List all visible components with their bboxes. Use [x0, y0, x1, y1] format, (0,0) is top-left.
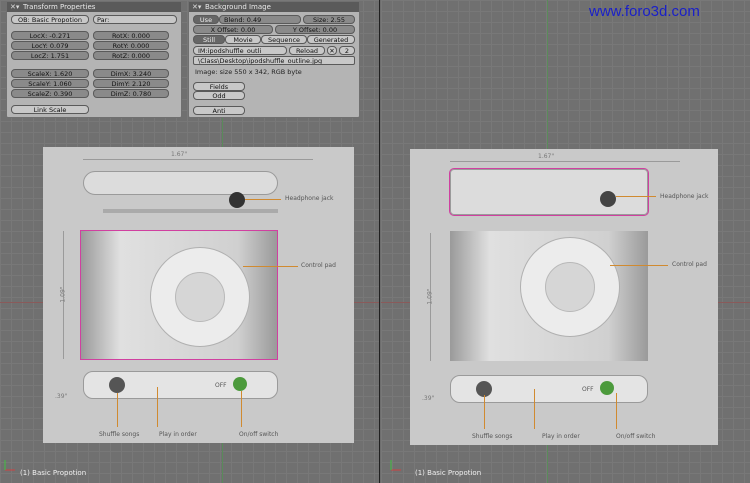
- transform-panel-title: Transform Properties: [23, 3, 96, 11]
- viewport-left-footer: (1) Basic Propotion: [20, 469, 87, 477]
- dimension-top-label: 1.67": [171, 151, 188, 158]
- leader-line-shuffle: [484, 395, 485, 429]
- dim-x-field[interactable]: DimX: 3.240: [93, 69, 169, 78]
- tab-sequence[interactable]: Sequence: [261, 35, 307, 44]
- leader-line-shuffle: [117, 393, 118, 427]
- leader-line-play: [157, 387, 158, 427]
- scale-x-field[interactable]: ScaleX: 1.620: [11, 69, 89, 78]
- label-headphone-jack: Headphone jack: [660, 193, 709, 200]
- dim-y-field[interactable]: DimY: 2.120: [93, 79, 169, 88]
- image-name-field[interactable]: IM:ipodshuffle_outli: [193, 46, 287, 55]
- label-shuffle-songs: Shuffle songs: [99, 431, 140, 438]
- use-toggle[interactable]: Use: [193, 15, 219, 24]
- label-onoff-switch: On/off switch: [239, 431, 279, 438]
- leader-line-jack: [245, 199, 281, 200]
- control-wheel-center: [175, 272, 225, 322]
- anti-toggle[interactable]: Anti: [193, 106, 245, 115]
- blender-window: 1.67" Headphone jack 1.09" Control pad .…: [0, 0, 750, 483]
- loc-y-field[interactable]: LocY: 0.079: [11, 41, 89, 50]
- dimension-side-label: 1.09": [426, 288, 434, 305]
- leader-line-play: [534, 389, 535, 429]
- dimension-line-top: [83, 159, 313, 160]
- axis-gizmo-icon: [390, 460, 401, 471]
- parent-field[interactable]: Par:: [93, 15, 177, 24]
- label-play-in-order: Play in order: [542, 433, 580, 440]
- link-scale-button[interactable]: Link Scale: [11, 105, 89, 114]
- clip-top-view-selected: [449, 168, 649, 216]
- viewport-right-footer: (1) Basic Propotion: [415, 469, 482, 477]
- rot-z-field[interactable]: RotZ: 0.000: [93, 51, 169, 60]
- reload-button[interactable]: Reload: [289, 46, 325, 55]
- leader-line-pad: [243, 266, 298, 267]
- unlink-icon[interactable]: ✕: [327, 46, 337, 55]
- shuffle-button-shape: [109, 377, 125, 393]
- leader-line-onoff: [616, 393, 617, 429]
- onoff-switch-shape: [600, 381, 614, 395]
- watermark-text: www.foro3d.com: [589, 3, 700, 20]
- background-panel-header[interactable]: ✕▾ Background Image: [189, 2, 359, 12]
- clip-top-view: [83, 171, 278, 195]
- tab-still[interactable]: Still: [193, 35, 225, 44]
- label-headphone-jack: Headphone jack: [285, 195, 334, 202]
- label-off: OFF: [582, 386, 594, 393]
- loc-z-field[interactable]: LocZ: 1.751: [11, 51, 89, 60]
- clip-base: [103, 209, 278, 213]
- y-offset-field[interactable]: Y Offset: 0.00: [275, 25, 355, 34]
- x-offset-field[interactable]: X Offset: 0.00: [193, 25, 273, 34]
- dimension-line-top: [450, 161, 680, 162]
- control-wheel-center: [545, 262, 595, 312]
- leader-line-jack: [616, 196, 656, 197]
- leader-line-onoff: [241, 391, 242, 427]
- headphone-jack-shape: [229, 192, 245, 208]
- dimension-top-label: 1.67": [538, 153, 555, 160]
- users-count: 2: [339, 46, 355, 55]
- close-icon[interactable]: ✕▾: [10, 2, 19, 12]
- label-play-in-order: Play in order: [159, 431, 197, 438]
- scale-z-field[interactable]: ScaleZ: 0.390: [11, 89, 89, 98]
- scale-y-field[interactable]: ScaleY: 1.060: [11, 79, 89, 88]
- rot-y-field[interactable]: RotY: 0.000: [93, 41, 169, 50]
- dimension-bottom-label: .39": [55, 393, 68, 400]
- blend-slider[interactable]: Blend: 0.49: [219, 15, 301, 24]
- viewport-right[interactable]: 1.67" Headphone jack 1.09" Control pad .…: [381, 0, 750, 483]
- label-onoff-switch: On/off switch: [616, 433, 656, 440]
- dimension-side-label: 1.09": [59, 286, 67, 303]
- loc-x-field[interactable]: LocX: -0.271: [11, 31, 89, 40]
- tab-generated[interactable]: Generated: [307, 35, 355, 44]
- background-panel-title: Background Image: [205, 3, 271, 11]
- label-control-pad: Control pad: [672, 261, 707, 268]
- dimension-bottom-label: .39": [422, 395, 435, 402]
- axis-gizmo-icon: [4, 460, 15, 471]
- dim-z-field[interactable]: DimZ: 0.780: [93, 89, 169, 98]
- label-off: OFF: [215, 382, 227, 389]
- image-info-text: Image: size 550 x 342, RGB byte: [195, 68, 302, 76]
- label-shuffle-songs: Shuffle songs: [472, 433, 513, 440]
- background-image-panel[interactable]: ✕▾ Background Image Use Blend: 0.49 Size…: [188, 1, 360, 118]
- transform-properties-panel[interactable]: ✕▾ Transform Properties OB: Basic Propot…: [6, 1, 182, 118]
- label-control-pad: Control pad: [301, 262, 336, 269]
- size-field[interactable]: Size: 2.55: [303, 15, 355, 24]
- rot-x-field[interactable]: RotX: 0.000: [93, 31, 169, 40]
- object-name-field[interactable]: OB: Basic Propotion: [11, 15, 89, 24]
- background-reference-image: 1.67" Headphone jack 1.09" Control pad .…: [410, 149, 718, 445]
- transform-panel-header[interactable]: ✕▾ Transform Properties: [7, 2, 181, 12]
- onoff-switch-shape: [233, 377, 247, 391]
- close-icon[interactable]: ✕▾: [192, 2, 201, 12]
- headphone-jack-shape: [600, 191, 616, 207]
- tab-movie[interactable]: Movie: [225, 35, 261, 44]
- background-reference-image: 1.67" Headphone jack 1.09" Control pad .…: [43, 147, 354, 443]
- odd-toggle[interactable]: Odd: [193, 91, 245, 100]
- leader-line-pad: [610, 265, 668, 266]
- fields-toggle[interactable]: Fields: [193, 82, 245, 91]
- image-path-field[interactable]: \Class\Desktop\ipodshuffle_outline.jpg: [193, 56, 355, 65]
